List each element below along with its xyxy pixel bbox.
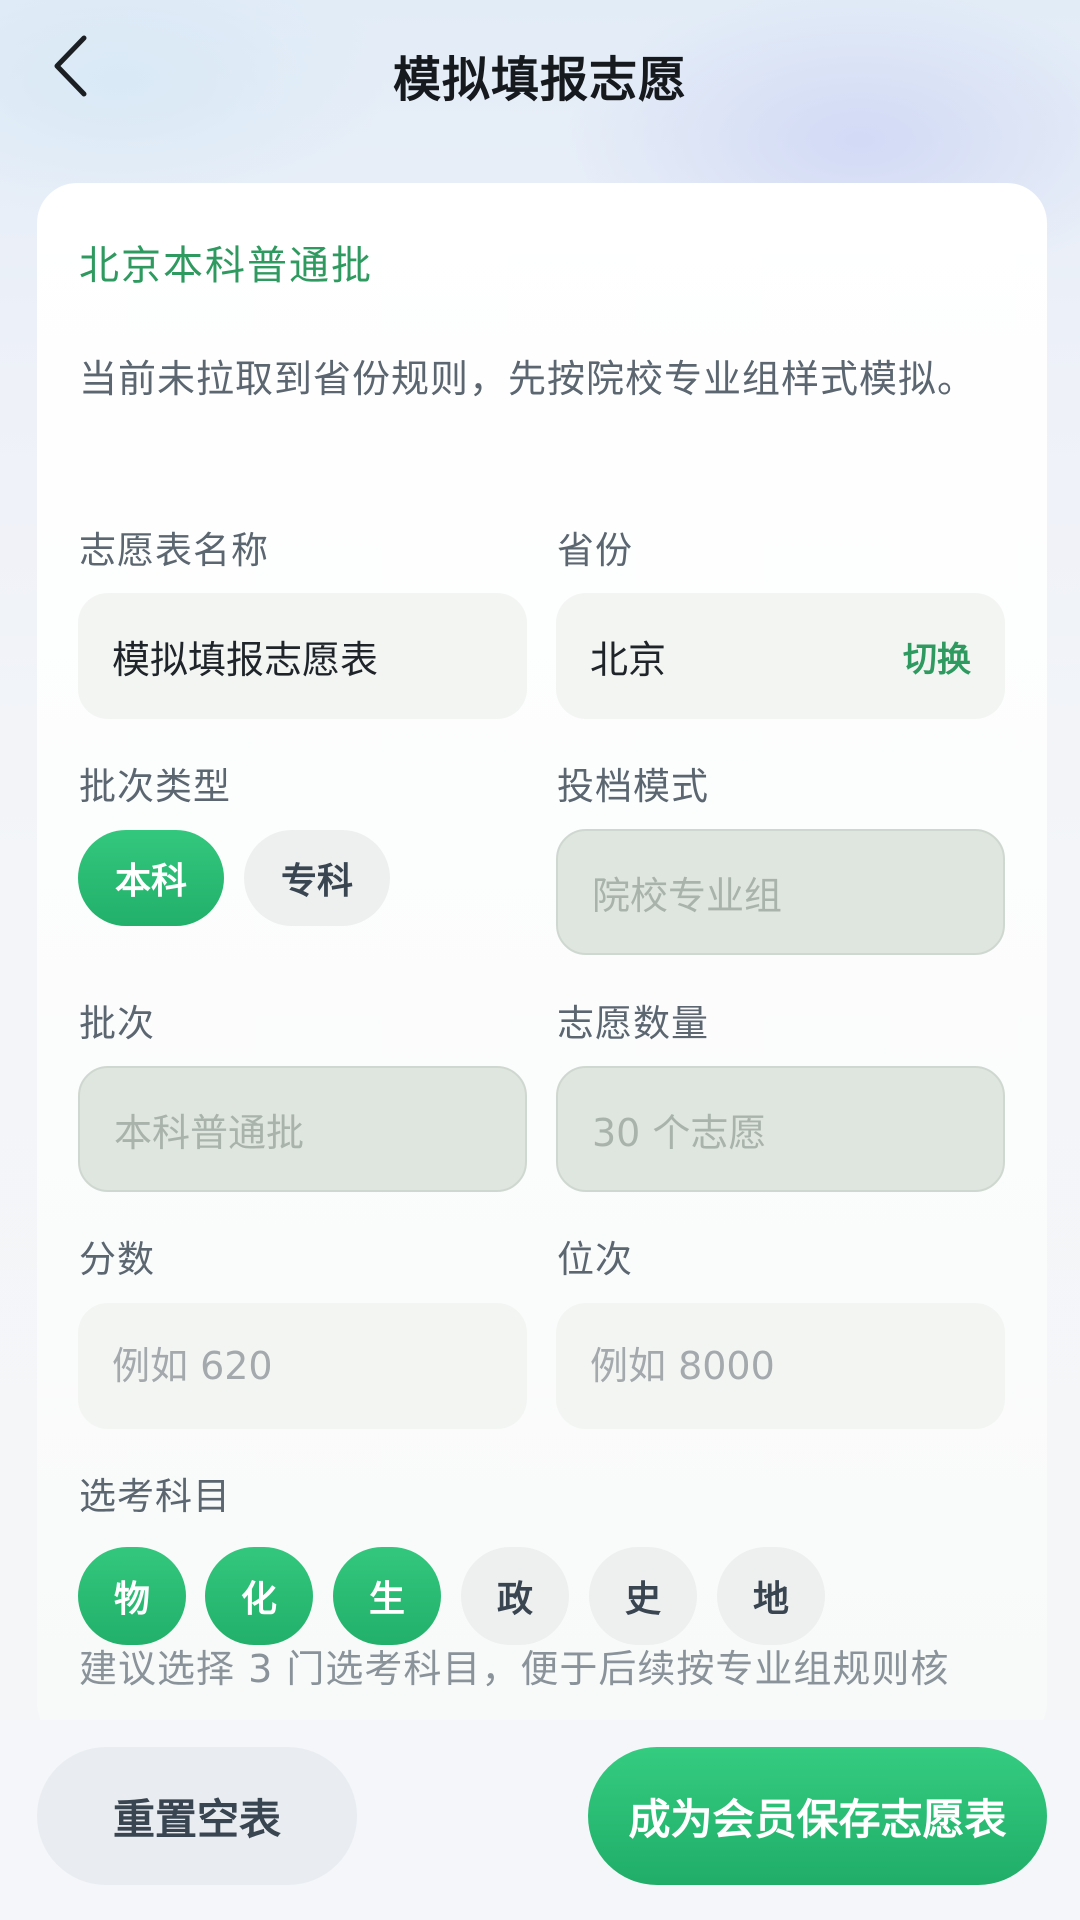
- subject-chip[interactable]: 化: [205, 1547, 313, 1645]
- mode-label: 投档模式: [557, 765, 709, 808]
- subject-chip[interactable]: 史: [589, 1547, 697, 1645]
- score-input[interactable]: [112, 1344, 493, 1388]
- page-title: 模拟填报志愿: [392, 52, 687, 108]
- rank-input[interactable]: [590, 1344, 971, 1388]
- rank-field: [556, 1303, 1005, 1429]
- subject-chip[interactable]: 政: [461, 1547, 569, 1645]
- mode-placeholder: 院校专业组: [592, 873, 783, 918]
- batch-type-option[interactable]: 本科: [78, 830, 224, 926]
- province-switch-link[interactable]: 切换: [903, 632, 971, 681]
- batch-label: 批次: [79, 1002, 155, 1045]
- save-button[interactable]: 成为会员保存志愿表: [588, 1747, 1047, 1885]
- score-field: [78, 1303, 527, 1429]
- name-label: 志愿表名称: [79, 529, 269, 572]
- form-card: 北京本科普通批 当前未拉取到省份规则，先按院校专业组样式模拟。 志愿表名称 省份…: [37, 183, 1047, 1743]
- province-field[interactable]: 北京 切换: [556, 593, 1005, 719]
- batch-field: 本科普通批: [78, 1066, 527, 1192]
- count-field: 30 个志愿: [556, 1066, 1005, 1192]
- bottom-action-bar: 重置空表 成为会员保存志愿表: [0, 1720, 1080, 1920]
- mode-field: 院校专业组: [556, 829, 1005, 955]
- reset-button[interactable]: 重置空表: [37, 1747, 357, 1885]
- score-label: 分数: [79, 1238, 155, 1281]
- batch-heading: 北京本科普通批: [79, 243, 373, 289]
- province-label: 省份: [557, 529, 633, 572]
- top-bar: 模拟填报志愿: [0, 0, 1080, 140]
- name-field[interactable]: 模拟填报志愿表: [78, 593, 527, 719]
- subject-chip[interactable]: 生: [333, 1547, 441, 1645]
- rule-notice: 当前未拉取到省份规则，先按院校专业组样式模拟。: [79, 357, 977, 401]
- name-value: 模拟填报志愿表: [112, 637, 379, 682]
- subjects-hint: 建议选择 3 门选考科目，便于后续按专业组规则核: [79, 1647, 950, 1691]
- batch-type-label: 批次类型: [79, 765, 231, 808]
- rank-label: 位次: [557, 1238, 633, 1281]
- province-value: 北京: [590, 637, 667, 682]
- subject-chip[interactable]: 地: [717, 1547, 825, 1645]
- subjects-label: 选考科目: [79, 1475, 231, 1518]
- count-placeholder: 30 个志愿: [592, 1110, 767, 1155]
- subject-chip[interactable]: 物: [78, 1547, 186, 1645]
- batch-type-option[interactable]: 专科: [244, 830, 390, 926]
- batch-placeholder: 本科普通批: [114, 1110, 305, 1155]
- count-label: 志愿数量: [557, 1002, 709, 1045]
